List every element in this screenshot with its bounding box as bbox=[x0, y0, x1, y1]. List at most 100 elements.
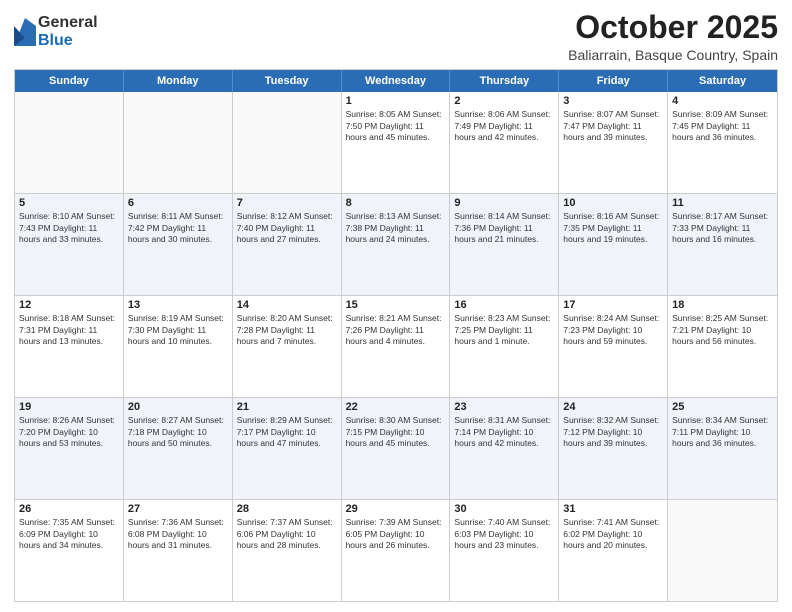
day-number: 24 bbox=[563, 401, 663, 413]
day-cell-5: 5Sunrise: 8:10 AM Sunset: 7:43 PM Daylig… bbox=[15, 194, 124, 295]
day-number: 8 bbox=[346, 197, 446, 209]
day-cell-23: 23Sunrise: 8:31 AM Sunset: 7:14 PM Dayli… bbox=[450, 398, 559, 499]
day-number: 22 bbox=[346, 401, 446, 413]
day-info: Sunrise: 7:35 AM Sunset: 6:09 PM Dayligh… bbox=[19, 517, 119, 551]
location-title: Baliarrain, Basque Country, Spain bbox=[568, 47, 778, 63]
day-number: 16 bbox=[454, 299, 554, 311]
day-info: Sunrise: 8:24 AM Sunset: 7:23 PM Dayligh… bbox=[563, 313, 663, 347]
day-number: 9 bbox=[454, 197, 554, 209]
day-number: 13 bbox=[128, 299, 228, 311]
day-info: Sunrise: 8:25 AM Sunset: 7:21 PM Dayligh… bbox=[672, 313, 773, 347]
day-cell-1: 1 Sunrise: 8:05 AM Sunset: 7:50 PM Daylig… bbox=[342, 92, 451, 193]
day-cell-empty-4-6 bbox=[668, 500, 777, 601]
day-cell-18: 18 Sunrise: 8:25 AM Sunset: 7:21 PM Dayli… bbox=[668, 296, 777, 397]
page: General Blue October 2025 Baliarrain, Ba… bbox=[0, 0, 792, 612]
calendar-header: SundayMondayTuesdayWednesdayThursdayFrid… bbox=[15, 70, 777, 92]
day-cell-14: 14 Sunrise: 8:20 AM Sunset: 7:28 PM Dayli… bbox=[233, 296, 342, 397]
day-info: Sunrise: 8:13 AM Sunset: 7:38 PM Dayligh… bbox=[346, 211, 446, 245]
day-number: 6 bbox=[128, 197, 228, 209]
day-number: 14 bbox=[237, 299, 337, 311]
day-cell-13: 13 Sunrise: 8:19 AM Sunset: 7:30 PM Dayli… bbox=[124, 296, 233, 397]
day-info: Sunrise: 8:10 AM Sunset: 7:43 PM Dayligh… bbox=[19, 211, 119, 245]
day-info: Sunrise: 8:30 AM Sunset: 7:15 PM Dayligh… bbox=[346, 415, 446, 449]
day-cell-12: 12Sunrise: 8:18 AM Sunset: 7:31 PM Dayli… bbox=[15, 296, 124, 397]
day-info: Sunrise: 7:36 AM Sunset: 6:08 PM Dayligh… bbox=[128, 517, 228, 551]
day-number: 2 bbox=[454, 95, 554, 107]
day-cell-7: 7 Sunrise: 8:12 AM Sunset: 7:40 PM Daylig… bbox=[233, 194, 342, 295]
month-title: October 2025 bbox=[568, 10, 778, 45]
calendar-row-2: 12Sunrise: 8:18 AM Sunset: 7:31 PM Dayli… bbox=[15, 295, 777, 397]
day-info: Sunrise: 7:39 AM Sunset: 6:05 PM Dayligh… bbox=[346, 517, 446, 551]
day-cell-9: 9 Sunrise: 8:14 AM Sunset: 7:36 PM Daylig… bbox=[450, 194, 559, 295]
day-info: Sunrise: 8:20 AM Sunset: 7:28 PM Dayligh… bbox=[237, 313, 337, 347]
day-info: Sunrise: 8:34 AM Sunset: 7:11 PM Dayligh… bbox=[672, 415, 773, 449]
day-info: Sunrise: 8:12 AM Sunset: 7:40 PM Dayligh… bbox=[237, 211, 337, 245]
calendar: SundayMondayTuesdayWednesdayThursdayFrid… bbox=[14, 69, 778, 602]
header-day-thursday: Thursday bbox=[450, 70, 559, 92]
day-info: Sunrise: 8:27 AM Sunset: 7:18 PM Dayligh… bbox=[128, 415, 228, 449]
day-cell-25: 25 Sunrise: 8:34 AM Sunset: 7:11 PM Dayli… bbox=[668, 398, 777, 499]
day-cell-empty-0-0 bbox=[15, 92, 124, 193]
day-info: Sunrise: 7:41 AM Sunset: 6:02 PM Dayligh… bbox=[563, 517, 663, 551]
day-number: 20 bbox=[128, 401, 228, 413]
day-number: 29 bbox=[346, 503, 446, 515]
day-info: Sunrise: 8:32 AM Sunset: 7:12 PM Dayligh… bbox=[563, 415, 663, 449]
calendar-row-1: 5Sunrise: 8:10 AM Sunset: 7:43 PM Daylig… bbox=[15, 193, 777, 295]
header-day-saturday: Saturday bbox=[668, 70, 777, 92]
day-info: Sunrise: 8:29 AM Sunset: 7:17 PM Dayligh… bbox=[237, 415, 337, 449]
day-info: Sunrise: 8:14 AM Sunset: 7:36 PM Dayligh… bbox=[454, 211, 554, 245]
day-info: Sunrise: 8:23 AM Sunset: 7:25 PM Dayligh… bbox=[454, 313, 554, 347]
day-cell-4: 4Sunrise: 8:09 AM Sunset: 7:45 PM Daylig… bbox=[668, 92, 777, 193]
calendar-row-4: 26 Sunrise: 7:35 AM Sunset: 6:09 PM Dayli… bbox=[15, 499, 777, 601]
logo-general: General bbox=[38, 14, 98, 32]
header: General Blue October 2025 Baliarrain, Ba… bbox=[14, 10, 778, 63]
title-block: October 2025 Baliarrain, Basque Country,… bbox=[568, 10, 778, 63]
day-cell-16: 16 Sunrise: 8:23 AM Sunset: 7:25 PM Dayli… bbox=[450, 296, 559, 397]
day-cell-26: 26 Sunrise: 7:35 AM Sunset: 6:09 PM Dayli… bbox=[15, 500, 124, 601]
day-info: Sunrise: 8:11 AM Sunset: 7:42 PM Dayligh… bbox=[128, 211, 228, 245]
logo: General Blue bbox=[14, 14, 98, 49]
day-info: Sunrise: 8:05 AM Sunset: 7:50 PM Dayligh… bbox=[346, 109, 446, 143]
day-cell-22: 22 Sunrise: 8:30 AM Sunset: 7:15 PM Dayli… bbox=[342, 398, 451, 499]
day-number: 28 bbox=[237, 503, 337, 515]
logo-text: General Blue bbox=[38, 14, 98, 49]
calendar-body: 1 Sunrise: 8:05 AM Sunset: 7:50 PM Daylig… bbox=[15, 92, 777, 601]
day-number: 11 bbox=[672, 197, 773, 209]
calendar-row-3: 19Sunrise: 8:26 AM Sunset: 7:20 PM Dayli… bbox=[15, 397, 777, 499]
day-number: 31 bbox=[563, 503, 663, 515]
day-cell-24: 24 Sunrise: 8:32 AM Sunset: 7:12 PM Dayli… bbox=[559, 398, 668, 499]
day-cell-31: 31 Sunrise: 7:41 AM Sunset: 6:02 PM Dayli… bbox=[559, 500, 668, 601]
day-number: 17 bbox=[563, 299, 663, 311]
day-info: Sunrise: 8:17 AM Sunset: 7:33 PM Dayligh… bbox=[672, 211, 773, 245]
day-number: 19 bbox=[19, 401, 119, 413]
day-number: 1 bbox=[346, 95, 446, 107]
day-info: Sunrise: 8:19 AM Sunset: 7:30 PM Dayligh… bbox=[128, 313, 228, 347]
day-cell-19: 19Sunrise: 8:26 AM Sunset: 7:20 PM Dayli… bbox=[15, 398, 124, 499]
day-info: Sunrise: 8:07 AM Sunset: 7:47 PM Dayligh… bbox=[563, 109, 663, 143]
day-number: 30 bbox=[454, 503, 554, 515]
day-info: Sunrise: 7:40 AM Sunset: 6:03 PM Dayligh… bbox=[454, 517, 554, 551]
day-number: 23 bbox=[454, 401, 554, 413]
day-number: 7 bbox=[237, 197, 337, 209]
day-number: 26 bbox=[19, 503, 119, 515]
header-day-friday: Friday bbox=[559, 70, 668, 92]
header-day-sunday: Sunday bbox=[15, 70, 124, 92]
calendar-row-0: 1 Sunrise: 8:05 AM Sunset: 7:50 PM Daylig… bbox=[15, 92, 777, 193]
day-cell-empty-0-1 bbox=[124, 92, 233, 193]
day-number: 25 bbox=[672, 401, 773, 413]
day-info: Sunrise: 8:09 AM Sunset: 7:45 PM Dayligh… bbox=[672, 109, 773, 143]
day-number: 18 bbox=[672, 299, 773, 311]
day-number: 10 bbox=[563, 197, 663, 209]
day-cell-29: 29 Sunrise: 7:39 AM Sunset: 6:05 PM Dayli… bbox=[342, 500, 451, 601]
day-info: Sunrise: 8:21 AM Sunset: 7:26 PM Dayligh… bbox=[346, 313, 446, 347]
day-cell-8: 8 Sunrise: 8:13 AM Sunset: 7:38 PM Daylig… bbox=[342, 194, 451, 295]
day-number: 21 bbox=[237, 401, 337, 413]
logo-blue: Blue bbox=[38, 32, 98, 50]
logo-icon bbox=[14, 18, 36, 46]
day-cell-15: 15 Sunrise: 8:21 AM Sunset: 7:26 PM Dayli… bbox=[342, 296, 451, 397]
day-cell-10: 10 Sunrise: 8:16 AM Sunset: 7:35 PM Dayli… bbox=[559, 194, 668, 295]
day-number: 15 bbox=[346, 299, 446, 311]
day-cell-empty-0-2 bbox=[233, 92, 342, 193]
day-info: Sunrise: 8:16 AM Sunset: 7:35 PM Dayligh… bbox=[563, 211, 663, 245]
day-cell-11: 11 Sunrise: 8:17 AM Sunset: 7:33 PM Dayli… bbox=[668, 194, 777, 295]
